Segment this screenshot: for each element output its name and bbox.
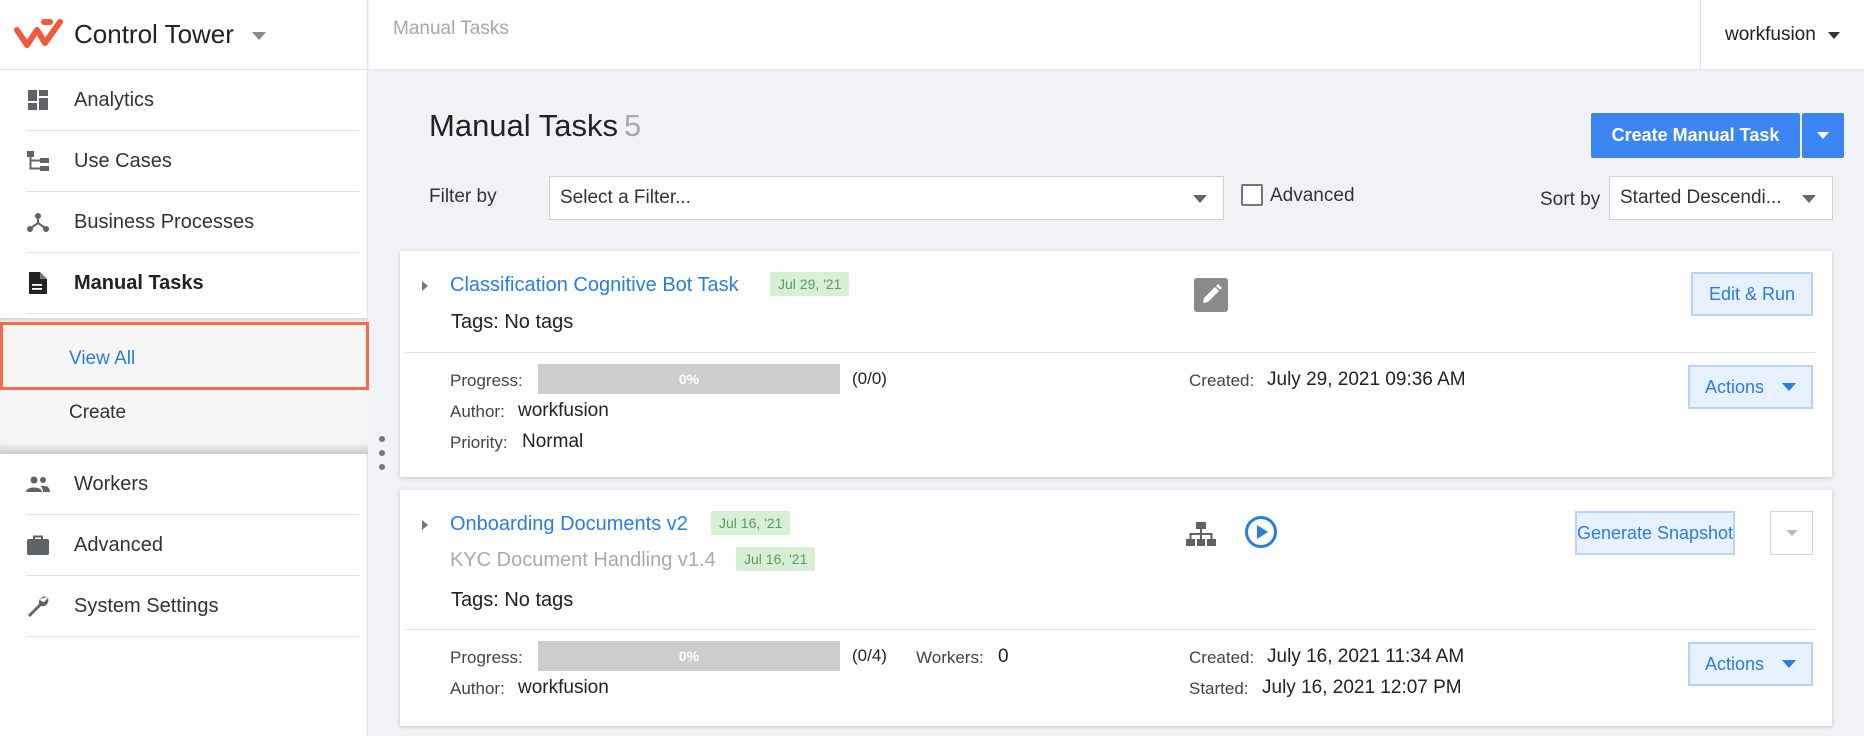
author-label: Author: [450,679,505,698]
generate-snapshot-button[interactable]: Generate Snapshot [1575,511,1735,555]
sidebar-resize-handle[interactable] [379,436,385,470]
chevron-down-icon [1193,195,1207,203]
filter-select[interactable]: Select a Filter... [549,176,1224,220]
progress-bar: 0% [538,364,840,394]
create-manual-task-button[interactable]: Create Manual Task [1591,113,1800,158]
process-icon [26,210,50,234]
chevron-down-icon[interactable] [251,31,266,40]
sidebar-item-manual-tasks[interactable]: Manual Tasks [26,253,359,314]
wrench-icon [26,594,50,618]
actions-button-label: Actions [1704,376,1765,397]
progress-count: (0/4) [852,646,887,665]
chevron-down-icon [1802,195,1816,203]
document-icon [26,271,50,295]
sidebar-item-label: Use Cases [74,149,172,172]
author-value: workfusion [518,400,609,421]
sidebar-item-label: Analytics [74,88,155,111]
started-value: July 16, 2021 12:07 PM [1262,677,1462,698]
page-title: Manual Tasks 5 [429,108,641,144]
workers-value: 0 [998,646,1009,667]
breadcrumb: Manual Tasks [393,18,509,39]
sidebar-item-label: System Settings [74,594,219,617]
task-tags: Tags: No tags [451,311,574,333]
chevron-down-icon [1782,383,1797,391]
filter-select-value: Select a Filter... [560,187,691,208]
sidebar-item-label: Business Processes [74,210,255,233]
highlight-annotation [0,322,369,390]
sidebar: Control Tower Analytics Use Cases Busine… [0,0,369,736]
task-tags: Tags: No tags [451,589,574,611]
progress-label: Progress: [450,371,523,390]
priority-label: Priority: [450,433,508,452]
chevron-down-icon [1827,31,1840,39]
sidebar-item-label: Advanced [74,533,163,556]
edit-icon[interactable] [1194,278,1228,312]
chevron-down-icon [1785,530,1798,536]
created-label: Created: [1189,371,1255,390]
sidebar-item-label: Manual Tasks [74,271,204,294]
user-menu[interactable]: workfusion [1700,0,1864,70]
sort-select[interactable]: Started Descendi... [1609,176,1833,220]
created-value: July 16, 2021 11:34 AM [1267,646,1465,667]
created-label: Created: [1189,648,1255,667]
chevron-down-icon [1782,660,1797,668]
workfusion-logo [14,18,63,48]
play-icon[interactable] [1244,515,1278,549]
progress-percent: 0% [678,371,700,387]
expand-caret-icon[interactable] [422,520,428,530]
progress-label: Progress: [450,648,523,667]
progress-percent: 0% [678,648,700,664]
task-card: Onboarding Documents v2 Jul 16, '21 KYC … [400,490,1832,726]
task-count: 5 [623,108,642,143]
date-badge: Jul 16, '21 [711,511,791,535]
sidebar-item-use-cases[interactable]: Use Cases [26,131,359,192]
brand-switcher[interactable]: Control Tower [0,0,367,70]
author-label: Author: [450,402,505,421]
advanced-checkbox[interactable] [1241,184,1263,206]
card-divider [405,352,1815,353]
task-subtitle: KYC Document Handling v1.4 [450,549,716,571]
sidebar-item-business-processes[interactable]: Business Processes [26,192,359,253]
sidebar-item-advanced[interactable]: Advanced [26,515,359,576]
task-title-link[interactable]: Onboarding Documents v2 [450,513,688,536]
started-label: Started: [1189,679,1249,698]
created-value: July 29, 2021 09:36 AM [1267,369,1466,390]
sidebar-item-analytics[interactable]: Analytics [26,70,359,131]
sidebar-item-label: Workers [74,472,149,495]
actions-button[interactable]: Actions [1688,365,1813,409]
author-value: workfusion [518,677,609,698]
date-badge: Jul 16, '21 [736,547,816,571]
expand-caret-icon[interactable] [422,281,428,291]
advanced-checkbox-label[interactable]: Advanced [1270,185,1355,207]
snapshot-options-dropdown-button[interactable] [1770,511,1813,555]
progress-count: (0/0) [852,369,887,388]
progress-bar: 0% [538,641,840,671]
task-card: Classification Cognitive Bot Task Jul 29… [400,251,1832,477]
edit-and-run-button[interactable]: Edit & Run [1691,272,1813,316]
app-title: Control Tower [74,19,234,49]
actions-button-label: Actions [1704,653,1765,674]
task-title-link[interactable]: Classification Cognitive Bot Task [450,274,739,297]
user-name: workfusion [1725,24,1816,45]
card-divider [405,629,1815,630]
top-bar: Manual Tasks workfusion [369,0,1864,70]
people-icon [26,472,50,496]
hierarchy-icon [26,149,50,173]
actions-button[interactable]: Actions [1688,642,1813,686]
filter-label: Filter by [429,186,497,207]
page-title-text: Manual Tasks [429,108,618,143]
sidebar-item-workers[interactable]: Workers [26,454,359,515]
sidebar-item-system-settings[interactable]: System Settings [26,576,359,637]
briefcase-icon [26,533,50,557]
submenu-item-create[interactable]: Create [69,402,126,424]
create-options-dropdown-button[interactable] [1802,113,1844,158]
priority-value: Normal [522,431,584,452]
workers-label: Workers: [916,648,984,667]
date-badge: Jul 29, '21 [770,272,850,296]
chevron-down-icon [1817,132,1829,139]
sort-label: Sort by [1540,189,1601,210]
dashboard-icon [26,88,50,112]
sort-select-value: Started Descendi... [1620,187,1782,208]
workflow-diagram-icon[interactable] [1184,517,1218,551]
